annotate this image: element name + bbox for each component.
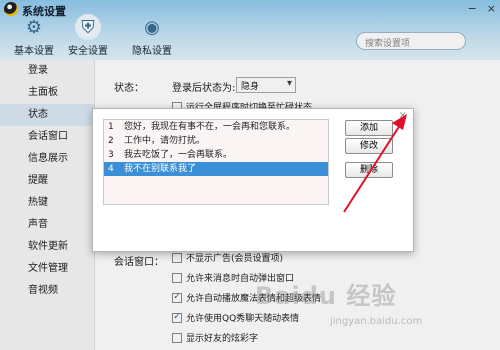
watermark-url: jingyan.baidu.com	[330, 316, 423, 327]
arrow-head	[392, 114, 407, 130]
arrow-shaft	[343, 121, 403, 213]
baidu-watermark: Baidu 经验	[255, 282, 397, 310]
annotation-arrow	[343, 114, 407, 213]
